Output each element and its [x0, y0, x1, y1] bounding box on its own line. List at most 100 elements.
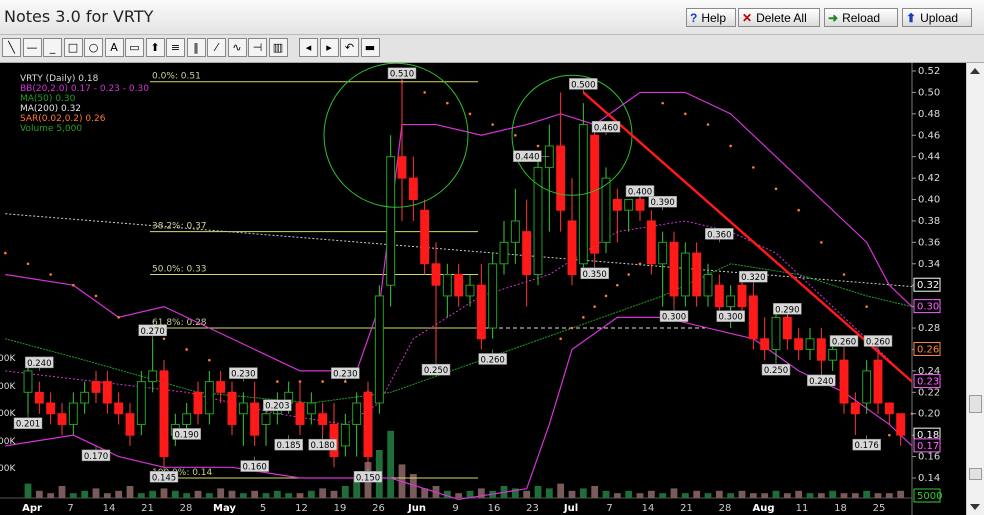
candle-down [612, 199, 622, 211]
scrollbar-thumb[interactable] [969, 395, 982, 413]
x-tick-label: 26 [372, 503, 385, 514]
x-tick-label: May [213, 503, 236, 514]
x-tick-label: 14 [103, 503, 116, 514]
volume-bar [160, 488, 168, 498]
candle-up [80, 391, 90, 404]
candle-up [23, 370, 33, 393]
x-tick-label: 12 [295, 503, 308, 514]
delete-all-button-label: Delete All [756, 11, 807, 25]
price-label-text: 0.300 [662, 313, 686, 323]
reload-button[interactable]: ➜ Reload [824, 8, 898, 27]
horizontal-lines-icon[interactable]: ≡ [166, 38, 185, 57]
price-label-text: 0.290 [775, 305, 799, 315]
upload-button[interactable]: ⬆ Upload [902, 8, 972, 27]
volume-bar [58, 486, 66, 498]
undo-icon[interactable]: ↶ [340, 38, 359, 57]
channel-icon[interactable]: ▥ [268, 38, 288, 57]
candle-up [624, 199, 634, 211]
sar-dot [820, 241, 823, 244]
y-tick-label: 0.40 [918, 195, 940, 206]
fib-level-label: 38.2%: 0.37 [152, 222, 207, 232]
text-icon[interactable]: A [104, 38, 124, 57]
price-label-text: 0.320 [741, 273, 765, 283]
sar-dot [49, 273, 52, 276]
candle-up [703, 274, 713, 297]
volume-bar [806, 493, 814, 498]
legend-entry: MA(50) 0.30 [20, 94, 76, 104]
volume-bar [749, 493, 757, 498]
candle-down [556, 145, 566, 211]
delete-all-button[interactable]: ✕ Delete All [738, 8, 820, 27]
vertical-scrollbar[interactable] [966, 63, 984, 515]
sar-dot [446, 101, 449, 105]
volume-bar [262, 493, 270, 498]
candle-up [306, 402, 316, 415]
candle-up [352, 402, 362, 425]
vertical-lines-icon[interactable]: ‖ [186, 38, 206, 57]
diagonal-line-icon[interactable]: ╲ [2, 38, 21, 57]
volume-bar [636, 493, 644, 498]
sar-dot [468, 112, 472, 116]
underline-icon[interactable]: _ [43, 38, 62, 57]
scrollbar-thumb-lower[interactable] [969, 468, 982, 480]
x-tick-label: Jul [563, 503, 578, 514]
help-button[interactable]: ? Help [686, 8, 736, 27]
volume-bar [761, 493, 769, 498]
candle-up [68, 402, 78, 425]
ellipse-icon[interactable]: ○ [84, 38, 103, 57]
candle-up [510, 220, 520, 243]
y-tick-label: 0.38 [918, 216, 940, 227]
price-label-text: 0.460 [594, 123, 618, 133]
price-chart[interactable]: 0.0%: 0.5138.2%: 0.3750.0%: 0.3361.8%: 0… [0, 63, 966, 515]
sar-dot [752, 166, 755, 169]
move-right-icon[interactable]: ▸ [319, 38, 339, 57]
x-tick-label: 5 [260, 503, 266, 514]
level-line-icon[interactable]: ⊣ [248, 38, 267, 57]
candle-up [340, 423, 350, 447]
legend-entry: MA(200) 0.32 [20, 104, 81, 114]
candle-up [771, 316, 781, 350]
price-label: 0.460 [591, 121, 621, 136]
candle-down [250, 402, 260, 436]
candle-up [488, 263, 498, 329]
price-label-text: 0.510 [390, 70, 414, 80]
price-label: 0.230 [331, 367, 360, 382]
candle-down [760, 338, 770, 350]
volume-bar [625, 490, 633, 498]
fibonacci-icon[interactable]: ⁄ [207, 38, 226, 57]
sar-dot [865, 305, 868, 308]
right-value-label: 0.23 [917, 377, 939, 388]
sar-dot [638, 262, 642, 266]
legend-entry: BB(20,2.0) 0.17 - 0.23 - 0.30 [20, 84, 149, 94]
legend-entry: Volume 5,000 [20, 124, 82, 134]
price-label-text: 0.185 [276, 441, 300, 451]
reload-button-label: Reload [842, 11, 881, 25]
upload-button-label: Upload [920, 11, 959, 25]
candle-down [590, 134, 600, 254]
price-label-text: 0.500 [571, 80, 595, 90]
scroll-down-arrow-icon[interactable] [970, 504, 980, 510]
sar-dot [276, 380, 279, 383]
candle-down [318, 413, 328, 425]
rectangle-icon[interactable]: □ [63, 38, 83, 57]
horizontal-line-icon[interactable]: — [22, 38, 42, 57]
arrow-up-icon[interactable]: ⬆ [145, 38, 165, 57]
y-tick-label: 0.46 [918, 130, 940, 141]
upload-icon: ⬆ [906, 11, 917, 25]
callout-icon[interactable]: ▭ [125, 38, 144, 57]
candle-up [533, 166, 543, 275]
volume-bar [727, 493, 735, 498]
sar-dot [661, 101, 664, 105]
scroll-up-arrow-icon[interactable] [970, 68, 980, 74]
trendline-chart-icon[interactable]: ∿ [227, 38, 247, 57]
volume-bar [704, 493, 712, 498]
volume-bar [738, 490, 746, 498]
price-label-text: 0.390 [650, 198, 674, 208]
color-swatch-icon[interactable]: ▬ [360, 38, 380, 57]
y-tick-label: 0.16 [918, 452, 940, 463]
candle-up [182, 413, 192, 425]
price-label-text: 0.201 [16, 420, 40, 430]
move-left-icon[interactable]: ◂ [299, 38, 318, 57]
sar-dot [797, 208, 800, 212]
volume-bar [103, 493, 111, 498]
